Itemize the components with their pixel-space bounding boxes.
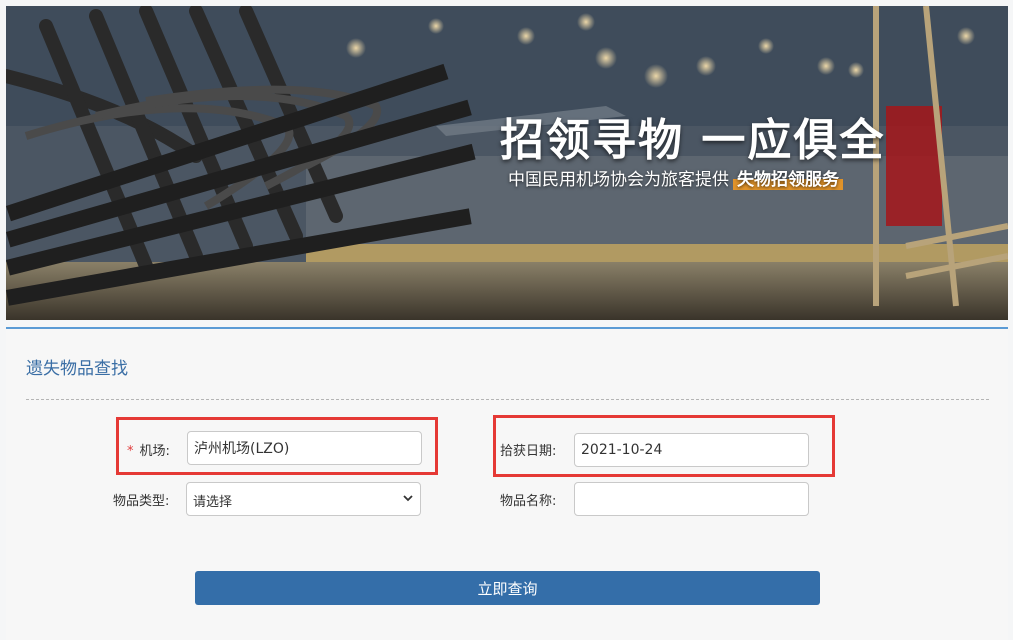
hero-banner: 招领寻物 一应俱全 中国民用机场协会为旅客提供 失物招领服务 <box>6 6 1008 320</box>
item-name-label: 物品名称: <box>500 494 557 509</box>
found-date-label: 拾获日期: <box>500 444 557 459</box>
page: 招领寻物 一应俱全 中国民用机场协会为旅客提供 失物招领服务 遗失物品查找 * 机场… <box>0 0 1013 640</box>
item-type-label: 物品类型: <box>113 494 170 509</box>
found-date-input[interactable] <box>574 433 809 467</box>
chevron-down-icon <box>403 495 413 502</box>
banner-title: 招领寻物 一应俱全 <box>500 115 886 166</box>
dashed-divider <box>26 399 989 400</box>
item-type-select[interactable]: 请选择 <box>186 482 421 516</box>
banner-subtitle: 中国民用机场协会为旅客提供 失物招领服务 <box>508 165 843 190</box>
banner-subtitle-text: 中国民用机场协会为旅客提供 <box>508 170 729 190</box>
airport-label-text: 机场: <box>139 444 170 459</box>
item-name-input[interactable] <box>574 482 809 516</box>
search-form-panel: 遗失物品查找 * 机场: 拾获日期: 物品类型: 请选择 物品名称: 立即查询 <box>6 329 1008 640</box>
search-submit-button[interactable]: 立即查询 <box>195 571 820 605</box>
airport-input[interactable] <box>187 431 422 465</box>
required-mark: * <box>127 444 134 459</box>
airport-label: * 机场: <box>127 440 170 459</box>
section-title: 遗失物品查找 <box>26 359 128 379</box>
banner-subtitle-highlight: 失物招领服务 <box>733 165 843 190</box>
item-type-selected: 请选择 <box>193 495 233 510</box>
